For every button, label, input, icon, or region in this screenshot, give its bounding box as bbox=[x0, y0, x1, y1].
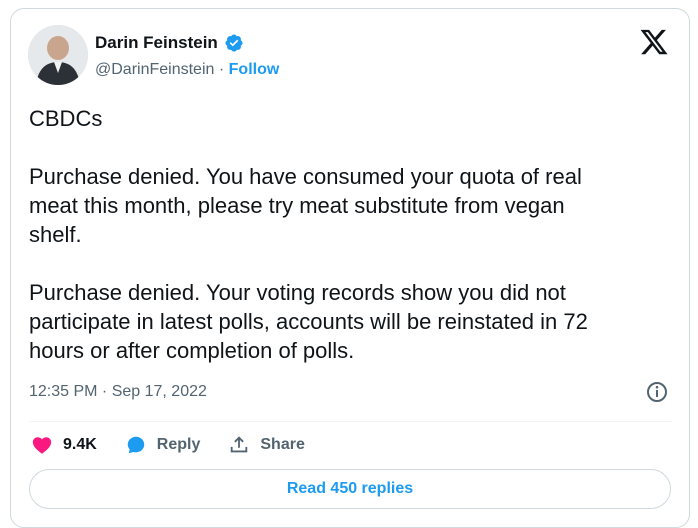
read-replies-button[interactable]: Read 450 replies bbox=[29, 469, 671, 509]
verified-badge-icon bbox=[225, 34, 243, 52]
x-logo-icon[interactable] bbox=[639, 27, 669, 57]
share-icon bbox=[231, 436, 248, 453]
avatar[interactable] bbox=[28, 25, 88, 85]
follow-button[interactable]: Follow bbox=[229, 61, 280, 78]
author-handle[interactable]: @DarinFeinstein bbox=[95, 61, 214, 78]
tweet-card: Darin Feinstein @DarinFeinstein · Follow… bbox=[10, 8, 690, 528]
divider bbox=[29, 421, 671, 422]
author-name-row[interactable]: Darin Feinstein bbox=[95, 33, 244, 53]
reply-button[interactable]: Reply bbox=[125, 434, 201, 456]
handle-row: @DarinFeinstein · Follow bbox=[95, 61, 279, 79]
reply-label: Reply bbox=[156, 436, 201, 453]
tweet-timestamp[interactable]: 12:35 PM · Sep 17, 2022 bbox=[29, 383, 207, 401]
reply-bubble-icon bbox=[127, 436, 145, 454]
author-name[interactable]: Darin Feinstein bbox=[95, 33, 218, 53]
like-button[interactable]: 9.4K bbox=[31, 434, 97, 456]
info-icon[interactable] bbox=[645, 380, 669, 404]
share-label: Share bbox=[260, 436, 305, 453]
tweet-text: CBDCs Purchase denied. You have consumed… bbox=[29, 106, 588, 363]
like-count: 9.4K bbox=[63, 436, 97, 453]
share-button[interactable]: Share bbox=[228, 434, 305, 456]
action-bar: 9.4K Reply Share bbox=[31, 430, 333, 460]
separator: · bbox=[218, 61, 225, 78]
heart-icon bbox=[32, 437, 52, 454]
